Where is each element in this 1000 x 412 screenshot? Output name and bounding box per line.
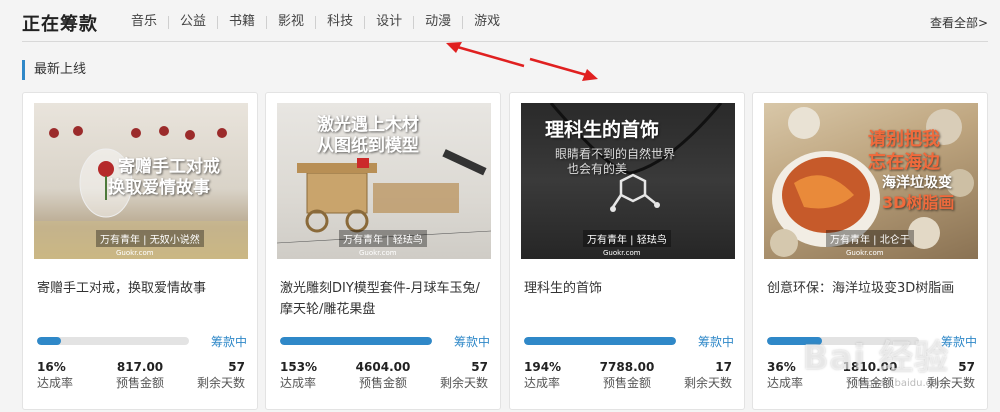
days-value: 17 — [715, 360, 732, 374]
image-caption: 也会有的美 — [567, 162, 628, 176]
stat-days: 17 剩余天数 — [684, 359, 732, 391]
watermark-url: jingyan.baidu.com — [854, 378, 947, 389]
nav-item-film[interactable]: 影视 — [267, 14, 315, 30]
rate-value: 36% — [767, 360, 796, 374]
amount-value: 7788.00 — [599, 360, 655, 374]
rate-value: 16% — [37, 360, 66, 374]
project-title[interactable]: 寄赠手工对戒，换取爱情故事 — [37, 278, 247, 299]
stat-rate: 36% 达成率 — [767, 359, 803, 391]
stat-rate: 16% 达成率 — [37, 359, 73, 391]
image-caption: 眼睛看不到的自然世界 — [555, 147, 676, 161]
amount-value: 4604.00 — [355, 360, 411, 374]
project-image[interactable]: 激光遇上木材 从图纸到模型 万有青年 | 轻珐鸟 Guokr.com — [277, 103, 491, 259]
category-nav: 音乐 公益 书籍 影视 科技 设计 动漫 游戏 — [120, 14, 511, 30]
amount-label: 预售金额 — [602, 376, 651, 390]
progress-bar — [37, 337, 189, 345]
image-caption: 激光遇上木材 — [317, 115, 419, 135]
image-brand-url: Guokr.com — [846, 249, 884, 257]
nav-item-anime[interactable]: 动漫 — [414, 14, 462, 30]
nav-item-music[interactable]: 音乐 — [120, 14, 168, 30]
nav-item-games[interactable]: 游戏 — [463, 14, 511, 30]
days-label: 剩余天数 — [683, 376, 732, 390]
header: 正在筹款 音乐 公益 书籍 影视 科技 设计 动漫 游戏 查看全部> — [22, 8, 988, 42]
image-caption: 忘在海边 — [868, 151, 940, 173]
rate-value: 194% — [524, 360, 562, 374]
image-brand: 万有青年 | 轻珐鸟 — [583, 230, 671, 247]
image-brand-url: Guokr.com — [603, 249, 641, 257]
days-label: 剩余天数 — [196, 376, 245, 390]
status-badge: 筹款中 — [697, 335, 734, 349]
image-caption: 换取爱情故事 — [108, 178, 210, 199]
project-image[interactable]: 请别把我 忘在海边 海洋垃圾变 3D树脂画 万有青年 | 北仑于 Guokr.c… — [764, 103, 978, 259]
watermark-logo: Bai 经验 — [802, 338, 949, 378]
rate-label: 达成率 — [280, 376, 317, 390]
section-title: 最新上线 — [22, 60, 86, 80]
rate-label: 达成率 — [37, 376, 74, 390]
status-badge: 筹款中 — [453, 335, 490, 349]
image-caption: 3D树脂画 — [882, 192, 955, 212]
project-card[interactable]: 激光遇上木材 从图纸到模型 万有青年 | 轻珐鸟 Guokr.com 激光雕刻D… — [265, 92, 501, 410]
image-caption: 请别把我 — [868, 129, 940, 150]
days-value: 57 — [471, 360, 488, 374]
image-brand-url: Guokr.com — [116, 249, 154, 257]
view-all-link[interactable]: 查看全部> — [930, 14, 988, 31]
project-image[interactable]: 寄赠手工对戒 换取爱情故事 万有青年 | 无奴小说然 Guokr.com — [34, 103, 248, 259]
amount-label: 预售金额 — [358, 376, 407, 390]
annotation-arrow-right — [529, 57, 598, 81]
image-caption: 从图纸到模型 — [317, 136, 419, 157]
status-badge: 筹款中 — [210, 335, 247, 349]
progress-bar — [524, 337, 676, 345]
rate-label: 达成率 — [524, 376, 561, 390]
image-caption: 理科生的首饰 — [545, 119, 660, 141]
project-card[interactable]: 请别把我 忘在海边 海洋垃圾变 3D树脂画 万有青年 | 北仑于 Guokr.c… — [752, 92, 988, 410]
project-card[interactable]: 寄赠手工对戒 换取爱情故事 万有青年 | 无奴小说然 Guokr.com 寄赠手… — [22, 92, 258, 410]
annotation-arrow-left — [446, 42, 525, 68]
project-title[interactable]: 理科生的首饰 — [524, 278, 734, 299]
stat-amount: 7788.00 预售金额 — [592, 359, 662, 391]
stat-rate: 153% 达成率 — [280, 359, 317, 391]
amount-label: 预售金额 — [115, 376, 164, 390]
image-brand-url: Guokr.com — [359, 249, 397, 257]
nav-item-charity[interactable]: 公益 — [169, 14, 217, 30]
progress-fill — [280, 337, 432, 345]
project-title[interactable]: 激光雕刻DIY模型套件-月球车玉兔/摩天轮/雕花果盘 — [280, 278, 490, 320]
rate-value: 153% — [280, 360, 318, 374]
project-title[interactable]: 创意环保：海洋垃圾变3D树脂画 — [767, 278, 977, 299]
progress-fill — [524, 337, 676, 345]
nav-item-tech[interactable]: 科技 — [316, 14, 364, 30]
image-brand: 万有青年 | 无奴小说然 — [96, 230, 204, 247]
stat-rate: 194% 达成率 — [524, 359, 561, 391]
image-brand: 万有青年 | 轻珐鸟 — [339, 230, 427, 247]
stat-days: 57 剩余天数 — [197, 359, 245, 391]
stat-amount: 4604.00 预售金额 — [348, 359, 418, 391]
amount-value: 817.00 — [116, 360, 164, 374]
project-card-list: 寄赠手工对戒 换取爱情故事 万有青年 | 无奴小说然 Guokr.com 寄赠手… — [22, 92, 988, 410]
days-label: 剩余天数 — [439, 376, 488, 390]
image-caption: 寄赠手工对戒 — [118, 157, 220, 177]
nav-item-design[interactable]: 设计 — [365, 14, 413, 30]
days-value: 57 — [228, 360, 245, 374]
rate-label: 达成率 — [767, 376, 804, 390]
stat-days: 57 剩余天数 — [440, 359, 488, 391]
project-image[interactable]: 理科生的首饰 眼睛看不到的自然世界 也会有的美 万有青年 | 轻珐鸟 Guokr… — [521, 103, 735, 259]
project-card[interactable]: 理科生的首饰 眼睛看不到的自然世界 也会有的美 万有青年 | 轻珐鸟 Guokr… — [509, 92, 745, 410]
image-caption: 海洋垃圾变 — [882, 175, 952, 191]
stat-amount: 817.00 预售金额 — [105, 359, 175, 391]
image-brand: 万有青年 | 北仑于 — [826, 230, 914, 247]
progress-bar — [280, 337, 432, 345]
page-title: 正在筹款 — [22, 14, 98, 35]
nav-item-books[interactable]: 书籍 — [218, 14, 266, 30]
progress-fill — [37, 337, 62, 345]
